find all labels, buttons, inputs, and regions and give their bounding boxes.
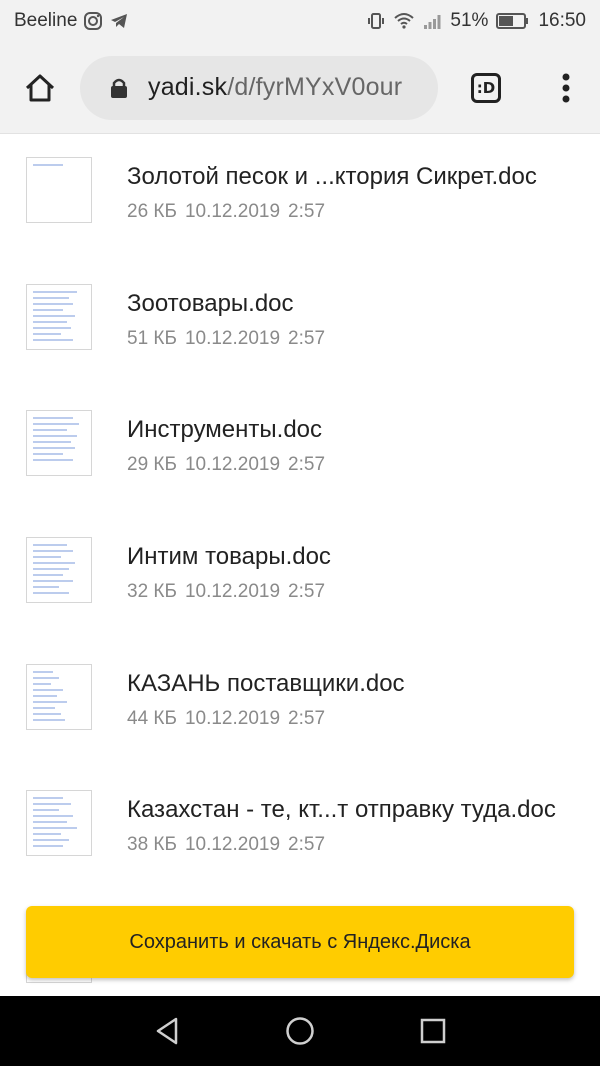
home-button[interactable] bbox=[0, 42, 80, 134]
file-item[interactable]: Зоотовары.doc 51 КБ 10.12.2019 2:57 bbox=[0, 284, 600, 394]
url-host: yadi.sk bbox=[148, 73, 228, 101]
file-name: Зоотовары.doc bbox=[127, 290, 294, 317]
file-size: 32 КБ bbox=[127, 581, 177, 602]
tabs-button[interactable]: :D bbox=[438, 42, 534, 134]
document-thumbnail bbox=[26, 410, 92, 476]
wifi-icon bbox=[394, 13, 415, 29]
status-bar: Beeline 51% 16:50 bbox=[0, 0, 600, 42]
document-thumbnail bbox=[26, 664, 92, 730]
system-nav-bar bbox=[0, 996, 600, 1066]
file-date: 10.12.2019 bbox=[184, 708, 281, 729]
file-date: 10.12.2019 bbox=[184, 454, 281, 475]
back-button[interactable] bbox=[147, 1011, 187, 1051]
recents-button[interactable] bbox=[413, 1011, 453, 1051]
file-time: 2:57 bbox=[288, 581, 326, 602]
more-menu-button[interactable] bbox=[534, 42, 598, 134]
file-time: 2:57 bbox=[288, 201, 326, 222]
document-thumbnail bbox=[26, 157, 92, 223]
file-date: 10.12.2019 bbox=[184, 834, 281, 855]
file-time: 2:57 bbox=[288, 708, 326, 729]
tabs-label: :D bbox=[476, 78, 496, 97]
file-meta: 32 КБ 10.12.2019 2:57 bbox=[127, 581, 333, 603]
file-meta: 38 КБ 10.12.2019 2:57 bbox=[127, 834, 333, 856]
home-nav-button[interactable] bbox=[280, 1011, 320, 1051]
file-name: Казахстан - те, кт...т отправку туда.doc bbox=[127, 796, 556, 823]
file-size: 38 КБ bbox=[127, 834, 177, 855]
battery-percent: 51% bbox=[450, 10, 489, 31]
file-list: Золотой песок и ...ктория Сикрет.doc 26 … bbox=[0, 135, 600, 995]
file-date: 10.12.2019 bbox=[184, 328, 281, 349]
lock-icon bbox=[111, 78, 127, 98]
carrier-name: Beeline bbox=[14, 10, 78, 31]
document-thumbnail bbox=[26, 537, 92, 603]
file-name: Интим товары.doc bbox=[127, 543, 331, 570]
file-meta: 51 КБ 10.12.2019 2:57 bbox=[127, 328, 333, 350]
save-and-download-button[interactable]: Сохранить и скачать с Яндекс.Диска bbox=[26, 906, 574, 978]
more-vert-icon bbox=[562, 73, 570, 102]
file-meta: 44 КБ 10.12.2019 2:57 bbox=[127, 708, 333, 730]
url-bar[interactable]: yadi.sk/d/fyrMYxV0our bbox=[80, 55, 438, 120]
instagram-icon bbox=[84, 12, 103, 30]
file-item[interactable]: Инструменты.doc 29 КБ 10.12.2019 2:57 bbox=[0, 410, 600, 520]
file-size: 29 КБ bbox=[127, 454, 177, 475]
file-size: 26 КБ bbox=[127, 201, 177, 222]
file-date: 10.12.2019 bbox=[184, 581, 281, 602]
home-circle-icon bbox=[286, 1017, 314, 1045]
url-path: /d/fyrMYxV0our bbox=[227, 73, 403, 101]
recents-icon bbox=[421, 1018, 446, 1044]
file-meta: 29 КБ 10.12.2019 2:57 bbox=[127, 454, 333, 476]
file-time: 2:57 bbox=[288, 834, 326, 855]
file-meta: 26 КБ 10.12.2019 2:57 bbox=[127, 201, 333, 223]
tabs-icon: :D bbox=[471, 72, 501, 103]
file-item[interactable]: Казахстан - те, кт...т отправку туда.doc… bbox=[0, 790, 600, 900]
back-icon bbox=[156, 1017, 177, 1045]
browser-toolbar: yadi.sk/d/fyrMYxV0our :D bbox=[0, 42, 600, 134]
file-item[interactable]: Золотой песок и ...ктория Сикрет.doc 26 … bbox=[0, 157, 600, 267]
file-time: 2:57 bbox=[288, 454, 326, 475]
battery-icon bbox=[496, 13, 529, 29]
file-time: 2:57 bbox=[288, 328, 326, 349]
save-button-label: Сохранить и скачать с Яндекс.Диска bbox=[129, 930, 471, 953]
home-icon bbox=[25, 74, 55, 101]
file-item[interactable]: Интим товары.doc 32 КБ 10.12.2019 2:57 bbox=[0, 537, 600, 647]
file-size: 51 КБ bbox=[127, 328, 177, 349]
document-thumbnail bbox=[26, 790, 92, 856]
signal-icon bbox=[424, 15, 441, 29]
file-date: 10.12.2019 bbox=[184, 201, 281, 222]
file-name: Золотой песок и ...ктория Сикрет.doc bbox=[127, 163, 537, 190]
file-size: 44 КБ bbox=[127, 708, 177, 729]
vibrate-icon bbox=[368, 13, 385, 29]
document-thumbnail bbox=[26, 284, 92, 350]
clock: 16:50 bbox=[538, 10, 586, 31]
file-item[interactable]: КАЗАНЬ поставщики.doc 44 КБ 10.12.2019 2:5… bbox=[0, 664, 600, 774]
file-name: КАЗАНЬ поставщики.doc bbox=[127, 670, 405, 697]
file-name: Инструменты.doc bbox=[127, 416, 323, 443]
telegram-icon bbox=[111, 14, 128, 28]
url-text: yadi.sk/d/fyrMYxV0our bbox=[148, 73, 402, 102]
